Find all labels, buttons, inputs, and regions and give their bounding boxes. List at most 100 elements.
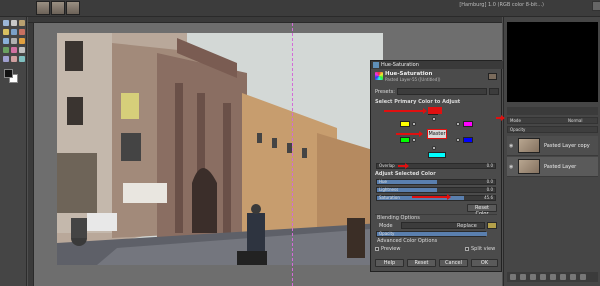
help-button[interactable]: Help <box>375 259 404 267</box>
delete-layer-icon[interactable] <box>580 274 586 280</box>
close-icon[interactable] <box>592 1 600 11</box>
split-view-checkbox[interactable] <box>465 247 469 251</box>
image-tab-3[interactable] <box>66 1 80 15</box>
new-group-icon[interactable] <box>520 274 526 280</box>
tab-title: [Hamburg] 1.0 (RGB color 8-bit...) <box>459 2 544 8</box>
reset-color-button[interactable]: Reset Color <box>467 204 497 217</box>
layer-thumbnail <box>518 138 540 153</box>
layer-mode-label: Mode <box>510 118 521 123</box>
duplicate-layer-icon[interactable] <box>550 274 556 280</box>
warp-tool-icon[interactable] <box>11 38 17 44</box>
mode-label: Mode <box>379 223 393 229</box>
hue-slider[interactable]: Hue 0.0 <box>376 179 496 185</box>
toolbox <box>0 17 27 286</box>
dock-tab-strip[interactable] <box>507 107 598 115</box>
split-view-label: Split view <box>471 246 496 252</box>
layer-mode-row[interactable]: Mode Normal <box>507 117 598 124</box>
layer-row-2[interactable]: ◉ Pasted Layer <box>507 157 598 177</box>
preview-checkbox[interactable] <box>375 247 379 251</box>
annotation-arrow <box>412 194 451 200</box>
green-radio[interactable] <box>412 138 416 142</box>
hue-saturation-icon <box>375 72 383 80</box>
annotation-arrow <box>398 163 409 169</box>
overlap-value: 0.0 <box>486 163 493 168</box>
hue-value: 0.0 <box>486 179 493 184</box>
new-layer-icon[interactable] <box>510 274 516 280</box>
eye-icon[interactable]: ◉ <box>509 143 513 149</box>
layer-row-1[interactable]: ◉ Pasted Layer copy <box>507 136 598 156</box>
advanced-options-toggle[interactable]: Advanced Color Options <box>377 238 437 244</box>
mask-layer-icon[interactable] <box>570 274 576 280</box>
blue-radio[interactable] <box>456 138 460 142</box>
dialog-title: Hue-Saturation <box>381 62 419 68</box>
ok-button[interactable]: OK <box>471 259 498 267</box>
layer-actions-bar <box>507 272 598 282</box>
text-tool-icon[interactable] <box>19 38 25 44</box>
green-swatch[interactable] <box>400 137 410 143</box>
rect-select-icon[interactable] <box>19 20 25 26</box>
presets-combo[interactable] <box>397 88 487 95</box>
eye-icon[interactable]: ◉ <box>509 164 513 170</box>
blue-swatch[interactable] <box>463 137 473 143</box>
fuzzy-select-icon[interactable] <box>11 29 17 35</box>
lower-layer-icon[interactable] <box>540 274 546 280</box>
magenta-radio[interactable] <box>456 122 460 126</box>
layer-name: Pasted Layer <box>544 164 577 170</box>
reset-button[interactable]: Reset <box>407 259 436 267</box>
presets-menu-button[interactable] <box>489 88 499 95</box>
app-window: [Hamburg] 1.0 (RGB color 8-bit...) Mode … <box>0 0 600 286</box>
smudge-tool-icon[interactable] <box>19 56 25 62</box>
opacity-label: Opacity <box>379 231 395 236</box>
vertical-guide[interactable] <box>292 23 293 286</box>
magenta-swatch[interactable] <box>463 121 473 127</box>
dialog-header-subtitle: Pasted Layer-55 ([Untitled]) <box>385 77 441 82</box>
mode-options-icon[interactable] <box>487 222 497 229</box>
eraser-icon[interactable] <box>3 56 9 62</box>
align-tool-icon[interactable] <box>11 20 17 26</box>
adjust-color-label: Adjust Selected Color <box>375 171 436 177</box>
mode-combo[interactable]: Replace <box>401 222 485 229</box>
cancel-button[interactable]: Cancel <box>439 259 468 267</box>
annotation-arrow <box>396 131 423 137</box>
layer-mode-value: Normal <box>568 118 583 123</box>
blending-options-toggle[interactable]: Blending Options <box>377 215 420 221</box>
bucket-fill-icon[interactable] <box>3 47 9 53</box>
lightness-slider[interactable]: Lightness 0.0 <box>376 187 496 193</box>
canvas-image[interactable] <box>57 33 383 265</box>
transform-tool-icon[interactable] <box>3 38 9 44</box>
anchor-layer-icon[interactable] <box>560 274 566 280</box>
move-tool-icon[interactable] <box>3 20 9 26</box>
free-select-icon[interactable] <box>3 29 9 35</box>
yellow-swatch[interactable] <box>400 121 410 127</box>
preview-label: Preview <box>381 246 401 252</box>
annotation-arrow <box>384 108 427 114</box>
saturation-value: 45.6 <box>484 195 493 200</box>
layer-opacity-label: Opacity <box>510 127 526 132</box>
dialog-titlebar[interactable]: Hue-Saturation <box>371 61 503 69</box>
overlap-slider[interactable]: Overlap 0.0 <box>376 163 496 169</box>
navigation-preview[interactable] <box>507 22 598 102</box>
image-tab-1[interactable] <box>36 1 50 15</box>
hue-label: Hue <box>379 179 388 184</box>
raise-layer-icon[interactable] <box>530 274 536 280</box>
paintbrush-icon[interactable] <box>19 47 25 53</box>
foreground-color-swatch[interactable] <box>4 69 13 78</box>
street-photo <box>57 33 383 265</box>
select-color-label: Select Primary Color to Adjust <box>375 99 461 105</box>
cyan-radio[interactable] <box>432 146 436 150</box>
red-radio[interactable] <box>432 117 436 121</box>
yellow-radio[interactable] <box>412 122 416 126</box>
layer-opacity-row[interactable]: Opacity <box>507 126 598 133</box>
clone-tool-icon[interactable] <box>11 56 17 62</box>
cyan-swatch[interactable] <box>428 152 446 158</box>
lightness-label: Lightness <box>379 187 399 192</box>
annotation-highlight-red <box>428 107 442 114</box>
master-button[interactable]: Master <box>427 129 447 139</box>
layer-thumbnail <box>518 159 540 174</box>
image-tab-2[interactable] <box>51 1 65 15</box>
opacity-slider[interactable]: Opacity <box>376 231 487 237</box>
crop-tool-icon[interactable] <box>19 29 25 35</box>
layer-preview-thumb <box>488 73 497 80</box>
hue-saturation-dialog: Hue-Saturation Hue-Saturation Pasted Lay… <box>370 60 503 272</box>
gradient-tool-icon[interactable] <box>11 47 17 53</box>
